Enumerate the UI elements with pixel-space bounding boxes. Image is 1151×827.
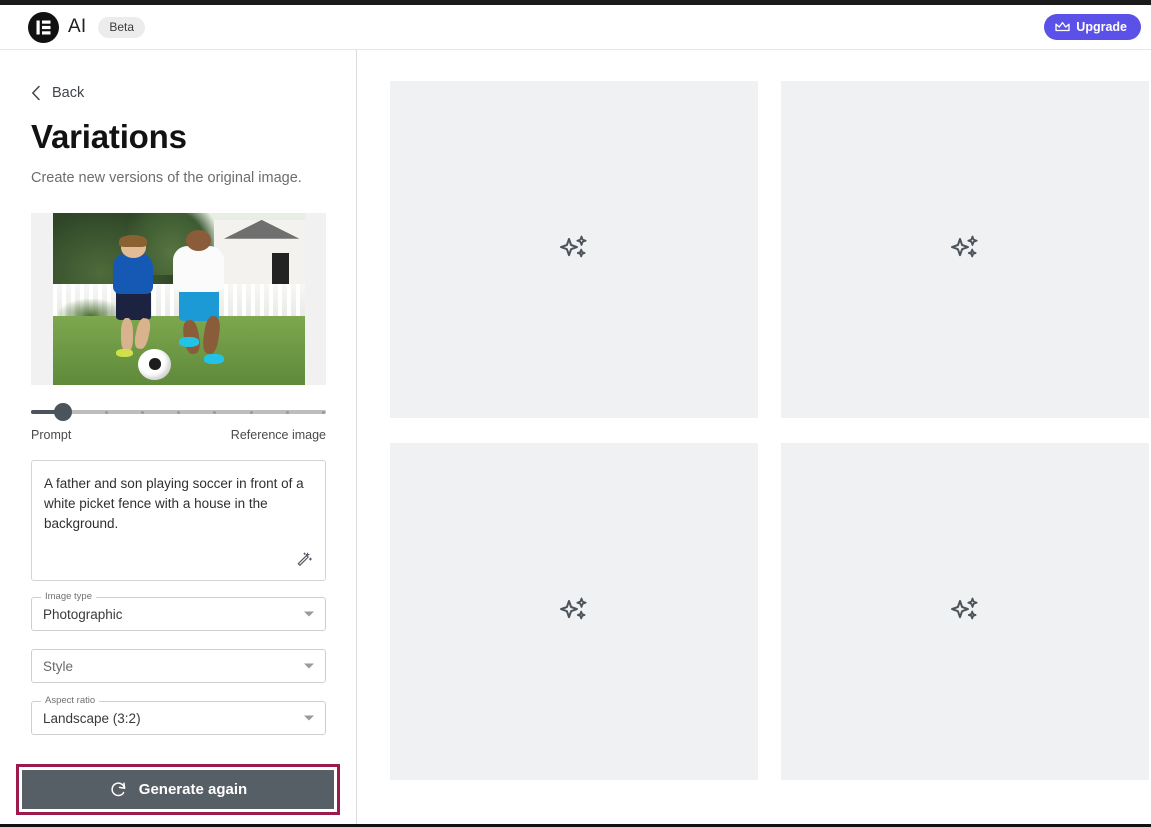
prompt-input[interactable]: A father and son playing soccer in front… [31,460,326,581]
crown-icon [1055,21,1070,33]
result-placeholder-1[interactable] [390,81,758,418]
chevron-down-icon [304,716,314,721]
brand: AI Beta [28,12,145,43]
aspect-ratio-label: Aspect ratio [41,695,99,707]
upgrade-button[interactable]: Upgrade [1044,14,1141,40]
elementor-logo-icon [28,12,59,43]
prompt-reference-slider-block: Prompt Reference image [31,403,326,442]
sparkles-icon [947,594,983,630]
result-placeholder-2[interactable] [781,81,1149,418]
chevron-down-icon [304,612,314,617]
image-type-value: Photographic [43,607,123,622]
style-value: Style [43,659,73,674]
back-button-label: Back [52,85,84,101]
slider-labels: Prompt Reference image [31,428,326,442]
reference-image [53,213,305,385]
reference-image-thumbnail[interactable] [31,213,326,385]
slider-left-label: Prompt [31,428,71,442]
result-placeholder-3[interactable] [390,443,758,780]
sparkles-icon [556,594,592,630]
slider-right-label: Reference image [231,428,326,442]
refresh-icon [109,780,128,799]
result-placeholder-4[interactable] [781,443,1149,780]
aspect-ratio-value: Landscape (3:2) [43,711,141,726]
back-button[interactable]: Back [31,85,84,101]
generate-again-button[interactable]: Generate again [22,770,334,809]
magic-wand-icon[interactable] [293,550,315,572]
generate-again-label: Generate again [139,781,247,798]
results-canvas [357,50,1151,824]
results-grid [390,81,1151,780]
image-type-label: Image type [41,591,96,603]
variations-sidebar: Back Variations Create new versions of t… [0,50,357,824]
aspect-ratio-select[interactable]: Aspect ratio Landscape (3:2) [31,701,326,735]
page-subtitle: Create new versions of the original imag… [31,170,325,186]
page-title: Variations [31,118,325,156]
beta-badge: Beta [98,17,145,38]
app-header: AI Beta Upgrade [0,5,1151,50]
chevron-left-icon [31,85,41,101]
sparkles-icon [556,232,592,268]
style-select[interactable]: Style [31,649,326,683]
brand-name: AI [68,16,86,38]
image-type-select[interactable]: Image type Photographic [31,597,326,631]
ai-variations-window: AI Beta Upgrade Back Var [0,0,1151,827]
upgrade-button-label: Upgrade [1076,20,1127,34]
sparkles-icon [947,232,983,268]
slider-thumb[interactable] [54,403,72,421]
generate-again-focus-ring: Generate again [16,764,340,815]
slider-ticks [31,411,326,414]
body-area: Back Variations Create new versions of t… [0,50,1151,824]
chevron-down-icon [304,664,314,669]
prompt-text: A father and son playing soccer in front… [44,474,313,534]
prompt-reference-slider[interactable] [31,403,326,421]
